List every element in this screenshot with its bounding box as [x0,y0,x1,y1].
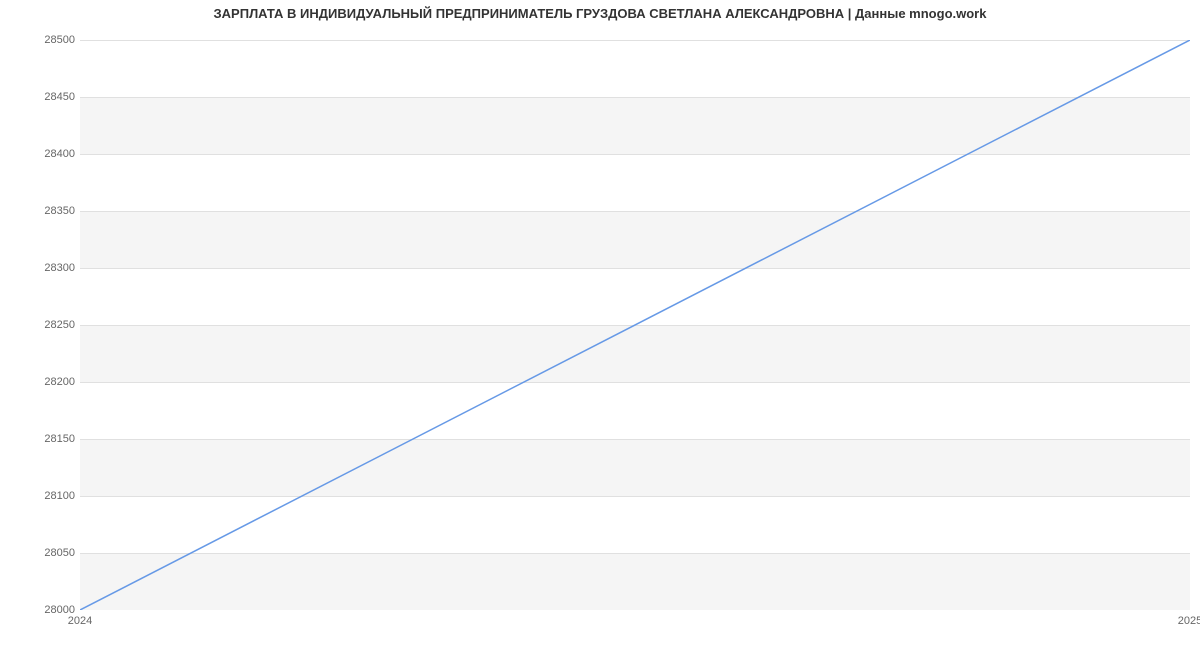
line-series [80,40,1190,610]
x-tick-label: 2024 [68,615,92,627]
series-line [80,40,1190,610]
y-tick-label: 28150 [35,433,75,445]
y-tick-label: 28500 [35,34,75,46]
x-tick-label: 2025 [1178,615,1200,627]
y-tick-label: 28350 [35,205,75,217]
chart-container: ЗАРПЛАТА В ИНДИВИДУАЛЬНЫЙ ПРЕДПРИНИМАТЕЛ… [0,0,1200,650]
plot-area [80,40,1190,610]
y-tick-label: 28100 [35,490,75,502]
y-tick-label: 28050 [35,547,75,559]
y-tick-label: 28250 [35,319,75,331]
y-tick-label: 28200 [35,376,75,388]
chart-title: ЗАРПЛАТА В ИНДИВИДУАЛЬНЫЙ ПРЕДПРИНИМАТЕЛ… [0,6,1200,21]
y-tick-label: 28450 [35,91,75,103]
y-tick-label: 28300 [35,262,75,274]
y-tick-label: 28400 [35,148,75,160]
